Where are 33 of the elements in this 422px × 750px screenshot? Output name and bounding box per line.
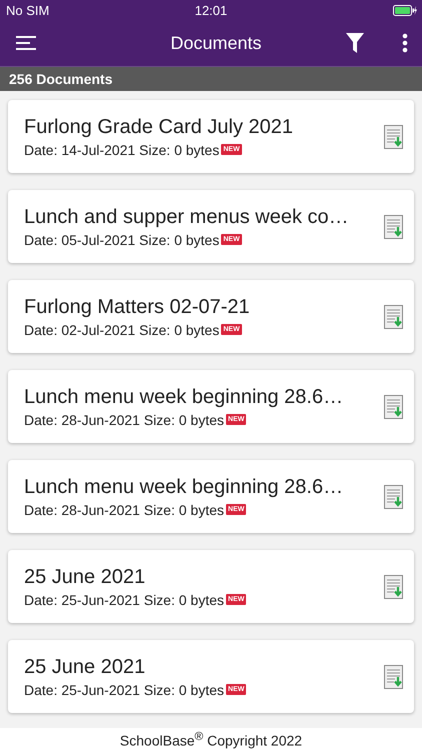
carrier-label: No SIM xyxy=(6,2,50,18)
more-icon xyxy=(402,33,408,53)
document-title: Lunch menu week beginning 28.6… xyxy=(24,386,344,408)
document-details: Date: 28-Jun-2021 Size: 0 bytes xyxy=(24,502,224,518)
clock-time: 12:01 xyxy=(194,2,228,18)
document-title: 25 June 2021 xyxy=(24,656,146,678)
filter-icon xyxy=(346,33,364,53)
menu-button[interactable] xyxy=(16,36,36,50)
document-download-icon[interactable] xyxy=(384,214,404,238)
document-download-icon[interactable] xyxy=(384,574,404,598)
copyright-text: SchoolBase$^{®}$ Copyright 2022 xyxy=(120,730,302,748)
document-download-icon[interactable] xyxy=(384,394,404,418)
menu-icon xyxy=(16,36,36,50)
battery-icon xyxy=(393,4,417,16)
document-details: Date: 25-Jun-2021 Size: 0 bytes xyxy=(24,592,224,608)
document-details: Date: 28-Jun-2021 Size: 0 bytes xyxy=(24,412,224,428)
document-details: Date: 14-Jul-2021 Size: 0 bytes xyxy=(24,142,220,158)
document-details: Date: 02-Jul-2021 Size: 0 bytes xyxy=(24,322,220,338)
document-download-icon[interactable] xyxy=(384,664,404,688)
document-count: 256 Documents xyxy=(9,71,112,87)
document-download-icon[interactable] xyxy=(384,124,404,148)
document-title: 25 June 2021 xyxy=(24,566,146,588)
document-download-icon[interactable] xyxy=(384,484,404,508)
document-details: Date: 25-Jun-2021 Size: 0 bytes xyxy=(24,682,224,698)
more-button[interactable] xyxy=(402,33,408,53)
document-details: Date: 05-Jul-2021 Size: 0 bytes xyxy=(24,232,220,248)
document-title: Lunch menu week beginning 28.6… xyxy=(24,476,344,498)
document-download-icon[interactable] xyxy=(384,304,404,328)
document-title: Furlong Grade Card July 2021 xyxy=(24,116,294,138)
document-title: Lunch and supper menus week co… xyxy=(24,206,350,228)
screen-title: Documents xyxy=(169,32,263,54)
filter-button[interactable] xyxy=(346,33,364,53)
document-title: Furlong Matters 02-07-21 xyxy=(24,296,251,318)
